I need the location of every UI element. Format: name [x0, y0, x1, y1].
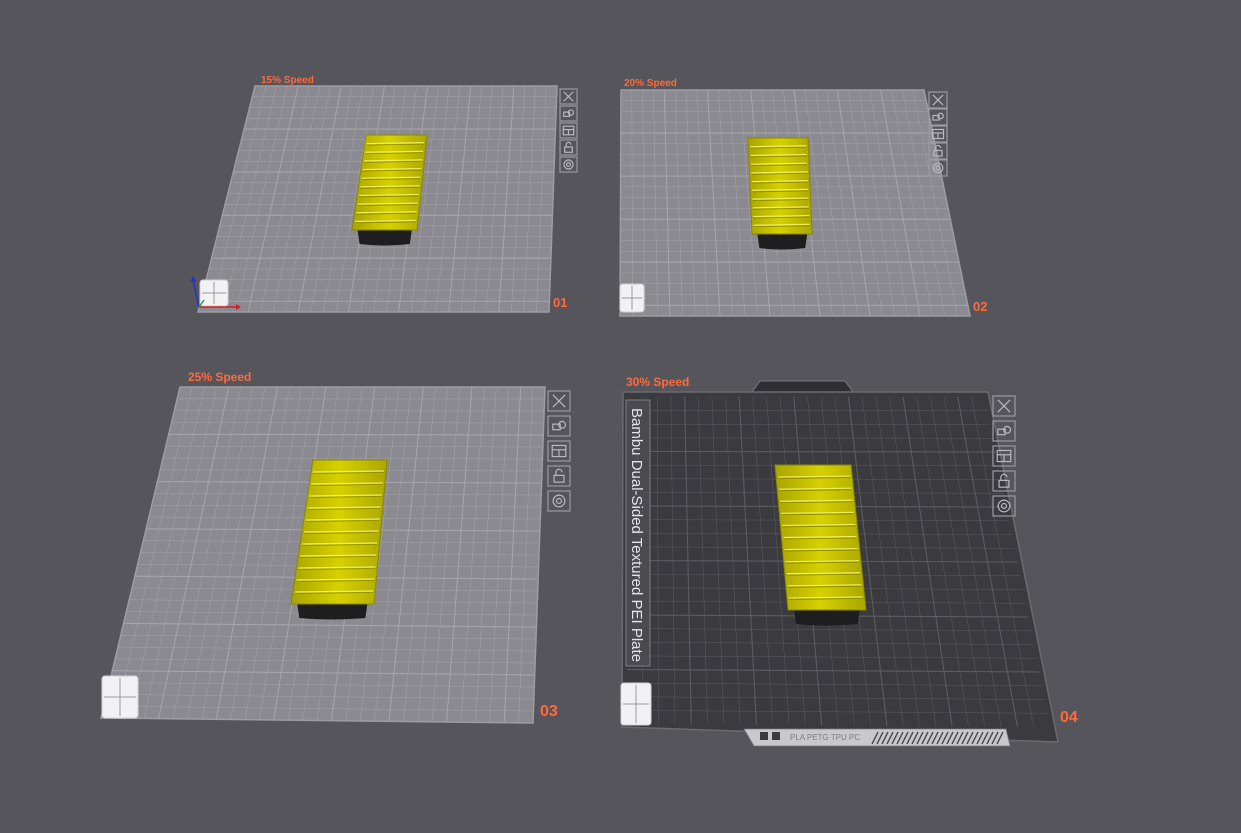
plate-3-speed-label: 25% Speed — [188, 370, 251, 384]
auto-orient-icon — [997, 425, 1012, 436]
plate-4-plate-type-text: Bambu Dual-Sided Textured PEI Plate — [628, 408, 645, 662]
plate-4-model[interactable] — [774, 464, 867, 626]
plate-4-handle — [751, 380, 854, 393]
plate-2-speed-label: 20% Speed — [624, 78, 677, 89]
plate-3-logo-tile — [101, 675, 139, 719]
plate-4-bottom-strip: PLA PETG TPU PC — [743, 728, 1011, 747]
plate-1-speed-label: 15% Speed — [261, 75, 314, 86]
auto-orient-button[interactable] — [928, 108, 948, 126]
auto-orient-button[interactable] — [547, 415, 571, 437]
auto-orient-button[interactable] — [559, 105, 578, 122]
lock-button[interactable] — [559, 139, 578, 156]
lock-icon — [564, 141, 573, 153]
plate-4[interactable]: 30% Speed Bambu Dual-Sided Textured PEI … — [620, 375, 1078, 747]
plate-4-logo-tile — [620, 682, 652, 726]
plate-2-model[interactable] — [747, 137, 813, 250]
grid-line — [629, 450, 996, 453]
model-shadow — [297, 604, 368, 620]
close-button[interactable] — [992, 395, 1016, 417]
auto-orient-icon — [552, 420, 567, 431]
close-button[interactable] — [547, 390, 571, 412]
settings-icon — [563, 159, 574, 170]
plate-3[interactable]: 25% Speed 03 — [100, 370, 571, 724]
button-frame — [559, 156, 578, 173]
arrange-button[interactable] — [559, 122, 578, 139]
close-button[interactable] — [928, 91, 948, 109]
close-icon — [997, 399, 1011, 413]
model-shadow — [757, 234, 808, 250]
button-frame — [547, 490, 571, 512]
lock-button[interactable] — [547, 465, 571, 487]
arrange-button[interactable] — [547, 440, 571, 462]
plate-2[interactable]: 20% Speed 02 — [619, 78, 987, 317]
settings-button[interactable] — [559, 156, 578, 173]
plates-viewport[interactable]: 15% Speed 01 20% Speed 02 25% Speed 03 3… — [0, 0, 1241, 833]
arrange-icon — [551, 444, 567, 458]
settings-icon — [552, 494, 566, 508]
plate-2-logo-tile — [619, 283, 645, 313]
model-shadow — [794, 610, 860, 626]
model-shadow — [357, 230, 412, 246]
auto-orient-icon — [932, 112, 944, 121]
grid-line — [168, 433, 544, 436]
plate-2-number: 02 — [973, 299, 987, 314]
plate-4-speed-label: 30% Speed — [626, 375, 689, 389]
plate-3-number: 03 — [540, 703, 558, 720]
plate-1-number: 01 — [553, 295, 567, 310]
close-icon — [552, 394, 566, 408]
plate-1-logo-tile — [199, 279, 229, 307]
plate-4-strip-text: PLA PETG TPU PC — [790, 733, 860, 742]
plate-1-toolbar — [559, 88, 578, 173]
plate-3-toolbar — [547, 390, 571, 512]
settings-button[interactable] — [547, 490, 571, 512]
close-icon — [563, 91, 574, 102]
lock-icon — [553, 468, 565, 483]
model-body — [747, 137, 813, 235]
plate-1-model[interactable] — [351, 134, 428, 246]
close-button[interactable] — [559, 88, 578, 105]
arrange-icon — [562, 125, 575, 136]
plate-1[interactable]: 15% Speed 01 — [190, 75, 578, 313]
auto-orient-icon — [563, 109, 575, 117]
close-icon — [932, 94, 944, 106]
plate-4-number: 04 — [1060, 709, 1078, 726]
